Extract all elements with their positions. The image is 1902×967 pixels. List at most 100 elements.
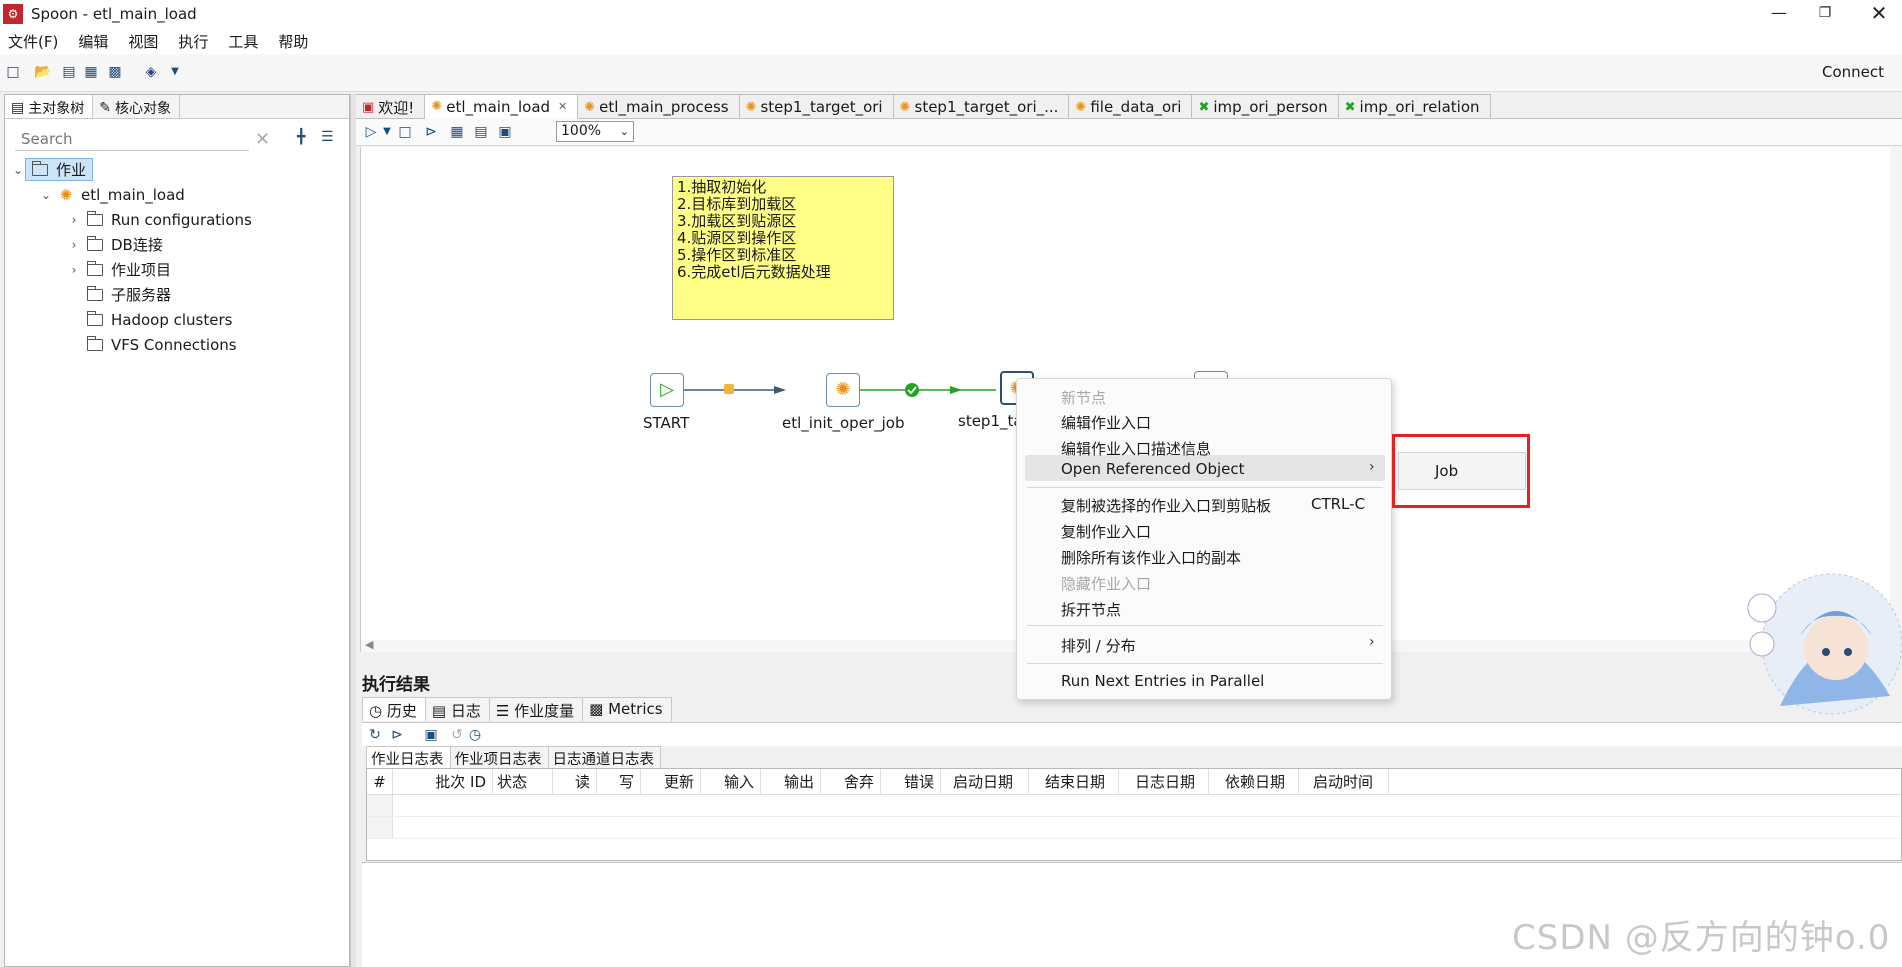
menu-item-run-parallel[interactable]: Run Next Entries in Parallel xyxy=(1061,672,1264,690)
tab-job-metrics[interactable]: ☰ 作业度量 xyxy=(488,697,584,721)
column-header[interactable]: 读 xyxy=(553,769,597,794)
column-header[interactable]: 启动日期 xyxy=(941,769,1029,794)
left-panel: ▤ 主对象树 ✎ 核心对象 ✕ ╋ ☰ ⌄ 作业 ⌄ ✺ etl_main_lo… xyxy=(4,94,350,967)
column-header[interactable]: 结束日期 xyxy=(1029,769,1119,794)
save-as-icon[interactable]: ▩ xyxy=(106,63,124,81)
menu-item-detach-node[interactable]: 拆开节点 xyxy=(1061,599,1121,620)
menu-item-duplicate-entry[interactable]: 复制作业入口 xyxy=(1061,521,1151,542)
run-dropdown-icon[interactable]: ▼ xyxy=(378,123,396,141)
menu-tools[interactable]: 工具 xyxy=(228,31,258,52)
clock-icon[interactable]: ◷ xyxy=(466,726,484,744)
tab-metrics[interactable]: ▩ Metrics xyxy=(582,697,672,721)
tree-item-slave-servers[interactable]: 子服务器 xyxy=(5,282,345,307)
tab-etl-main-process[interactable]: ✺ etl_main_process xyxy=(578,94,740,119)
column-header[interactable]: 输入 xyxy=(701,769,761,794)
tab-file-data-ori[interactable]: ✺ file_data_ori xyxy=(1069,94,1193,119)
tab-history[interactable]: ◷ 历史 xyxy=(362,697,426,721)
column-header[interactable]: 日志日期 xyxy=(1119,769,1209,794)
tab-core-objects[interactable]: ✎ 核心对象 xyxy=(93,95,180,118)
start-node-icon[interactable]: ▷ xyxy=(650,373,684,407)
menu-edit[interactable]: 编辑 xyxy=(78,31,108,52)
menu-run[interactable]: 执行 xyxy=(178,31,208,52)
sql-icon[interactable]: ▤ xyxy=(472,123,490,141)
menu-item-delete-all-copies[interactable]: 删除所有该作业入口的副本 xyxy=(1061,547,1241,568)
column-header[interactable]: 写 xyxy=(597,769,641,794)
undo-icon[interactable]: ↺ xyxy=(448,726,466,744)
search-input[interactable] xyxy=(15,127,249,151)
transformation-icon: ✖ xyxy=(1198,99,1210,115)
zoom-select[interactable]: 100% ⌄ xyxy=(556,121,634,142)
menu-item-open-referenced-object[interactable]: Open Referenced Object xyxy=(1061,460,1245,478)
new-file-icon[interactable]: □ xyxy=(4,63,22,81)
chevron-down-icon[interactable]: ⌄ xyxy=(39,188,53,202)
perspective-dropdown-icon[interactable]: ▼ xyxy=(166,63,184,81)
menu-item-edit-description[interactable]: 编辑作业入口描述信息 xyxy=(1061,438,1211,459)
folder-icon xyxy=(86,310,103,326)
menu-view[interactable]: 视图 xyxy=(128,31,158,52)
menu-file[interactable]: 文件(F) xyxy=(8,31,58,52)
perspective-layers-icon[interactable]: ◈ xyxy=(142,63,160,81)
tree-item-run-configurations[interactable]: › Run configurations xyxy=(5,207,345,232)
clear-search-icon[interactable]: ✕ xyxy=(255,129,270,150)
tab-job-entry-log-table[interactable]: 作业项日志表 xyxy=(449,746,549,768)
delete-icon[interactable]: ▣ xyxy=(422,726,440,744)
check-icon[interactable]: ▦ xyxy=(448,123,466,141)
column-header[interactable]: 状态 xyxy=(493,769,553,794)
tab-step1-target-ori-2[interactable]: ✺ step1_target_ori_... xyxy=(893,94,1070,119)
chevron-down-icon[interactable]: ⌄ xyxy=(11,163,25,177)
replay-icon[interactable]: ⊳ xyxy=(388,726,406,744)
replay-icon[interactable]: ⊳ xyxy=(422,123,440,141)
tab-label: imp_ori_person xyxy=(1213,98,1328,116)
tab-label: step1_target_ori xyxy=(760,98,883,116)
menu-item-align-distribute[interactable]: 排列 / 分布 xyxy=(1061,635,1136,656)
tab-job-log-table[interactable]: 作业日志表 xyxy=(366,746,451,768)
column-header[interactable]: 批次 ID xyxy=(393,769,493,794)
explore-repo-icon[interactable]: ▤ xyxy=(60,63,78,81)
job-icon: ✺ xyxy=(431,99,443,114)
close-tab-icon[interactable]: ✕ xyxy=(558,100,567,113)
tab-welcome[interactable]: ▣ 欢迎! xyxy=(356,94,426,119)
column-header[interactable]: 错误 xyxy=(881,769,941,794)
column-header[interactable]: 舍弃 xyxy=(821,769,881,794)
tab-log[interactable]: ▤ 日志 xyxy=(424,697,490,721)
scroll-left-icon[interactable]: ◀ xyxy=(365,638,373,651)
tab-main-tree[interactable]: ▤ 主对象树 xyxy=(5,95,94,118)
column-header[interactable]: 输出 xyxy=(761,769,821,794)
chevron-right-icon[interactable]: › xyxy=(67,213,81,227)
tab-imp-ori-relation[interactable]: ✖ imp_ori_relation xyxy=(1338,94,1491,119)
column-header[interactable]: 依赖日期 xyxy=(1209,769,1299,794)
tree-item-vfs-connections[interactable]: VFS Connections xyxy=(5,332,345,357)
column-header[interactable]: 启动时间 xyxy=(1299,769,1389,794)
menu-help[interactable]: 帮助 xyxy=(278,31,308,52)
canvas-note[interactable]: 1.抽取初始化 2.目标库到加载区 3.加载区到贴源区 4.贴源区到操作区 5.… xyxy=(672,176,894,320)
column-header[interactable]: # xyxy=(367,769,393,794)
minimize-icon[interactable]: — xyxy=(1756,0,1802,28)
tree-item-job-entries[interactable]: › 作业项目 xyxy=(5,257,345,282)
tree-item-db-connections[interactable]: › DB连接 xyxy=(5,232,345,257)
close-icon[interactable]: ✕ xyxy=(1856,0,1902,28)
save-icon[interactable]: ▦ xyxy=(82,63,100,81)
menu-item-edit-entry[interactable]: 编辑作业入口 xyxy=(1061,412,1151,433)
chevron-right-icon[interactable]: › xyxy=(67,238,81,252)
align-icon[interactable]: ▣ xyxy=(496,123,514,141)
tree-item-job[interactable]: ⌄ ✺ etl_main_load xyxy=(5,182,345,207)
column-header[interactable]: 更新 xyxy=(641,769,701,794)
connect-button[interactable]: Connect xyxy=(1822,63,1884,81)
chevron-right-icon[interactable]: › xyxy=(67,263,81,277)
job-node-icon[interactable]: ✺ xyxy=(826,373,860,407)
panel-splitter[interactable] xyxy=(350,94,356,967)
stop-icon[interactable]: □ xyxy=(396,123,414,141)
tab-imp-ori-person[interactable]: ✖ imp_ori_person xyxy=(1192,94,1339,119)
expand-all-icon[interactable]: ☰ xyxy=(321,129,334,145)
tab-etl-main-load[interactable]: ✺ etl_main_load ✕ xyxy=(425,94,579,119)
refresh-icon[interactable]: ↻ xyxy=(366,726,384,744)
tab-channel-log-table[interactable]: 日志通道日志表 xyxy=(547,746,661,768)
menu-item-copy-to-clipboard[interactable]: 复制被选择的作业入口到剪贴板 xyxy=(1061,495,1271,516)
open-file-icon[interactable]: 📂 xyxy=(34,63,52,81)
tree-item-jobs[interactable]: ⌄ 作业 xyxy=(5,157,345,182)
tree-item-hadoop-clusters[interactable]: Hadoop clusters xyxy=(5,307,345,332)
tab-step1-target-ori[interactable]: ✺ step1_target_ori xyxy=(739,94,894,119)
collapse-all-icon[interactable]: ╋ xyxy=(297,129,305,145)
chevron-right-icon: › xyxy=(1369,459,1375,475)
restore-icon[interactable]: ❐ xyxy=(1802,0,1848,28)
